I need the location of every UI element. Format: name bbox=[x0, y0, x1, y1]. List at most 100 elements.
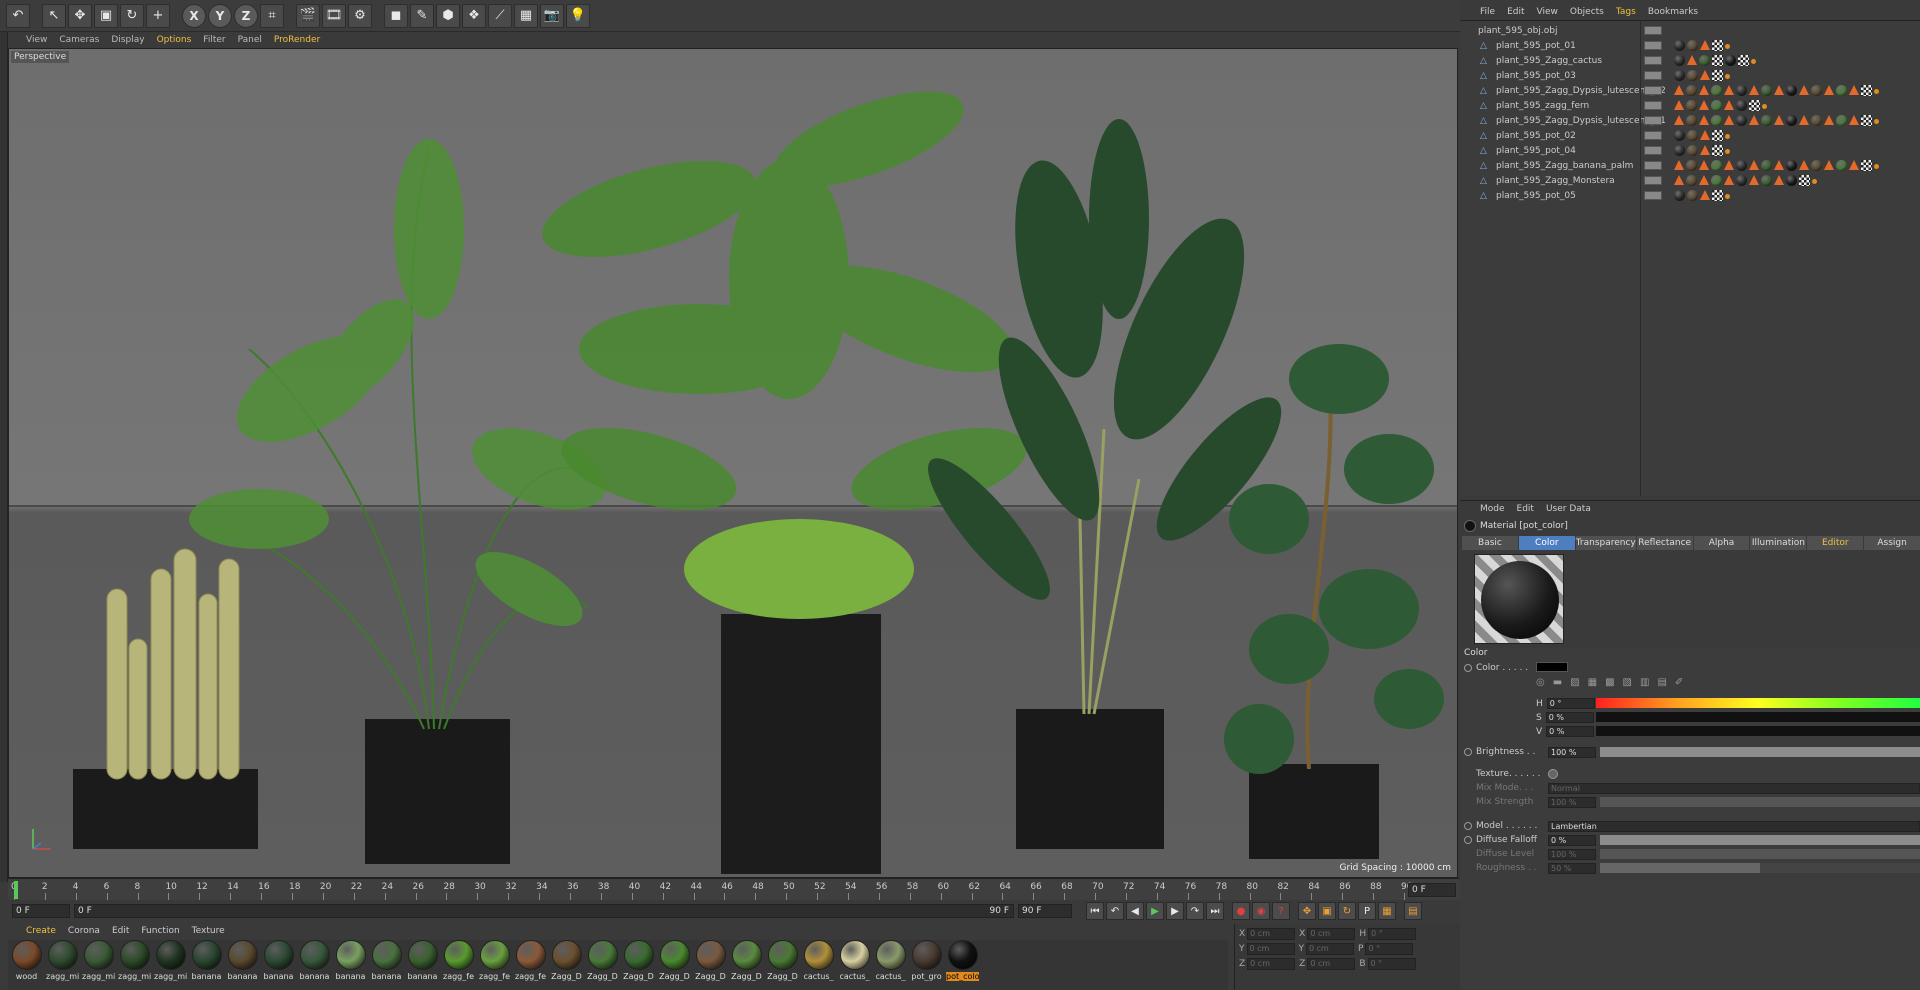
object-menu-objects[interactable]: Objects bbox=[1570, 7, 1604, 17]
mix-strength-field[interactable]: 100 % bbox=[1548, 796, 1596, 808]
object-row[interactable]: △ plant_595_pot_03 bbox=[1460, 68, 1920, 83]
material-tag-icon[interactable] bbox=[1674, 190, 1685, 201]
animate-dot-icon[interactable] bbox=[1464, 836, 1472, 844]
max-frame-field[interactable]: 90 F bbox=[1018, 904, 1072, 918]
material-tag-icon[interactable] bbox=[1687, 145, 1698, 156]
current-frame-field[interactable]: 0 F bbox=[12, 904, 70, 918]
material-menu-edit[interactable]: Edit bbox=[112, 926, 129, 936]
brightness-slider[interactable] bbox=[1600, 747, 1920, 757]
material-tag-icon[interactable] bbox=[1711, 160, 1722, 171]
render-view-button[interactable]: 🎬 bbox=[296, 3, 320, 28]
visibility-toggle[interactable] bbox=[1644, 86, 1662, 95]
material-tag-icon[interactable] bbox=[1674, 145, 1685, 156]
material-tag-icon[interactable] bbox=[1725, 149, 1730, 154]
coordinate-field[interactable]: 0 cm bbox=[1306, 943, 1354, 955]
texture-browse-button[interactable] bbox=[1548, 769, 1558, 779]
object-row[interactable]: △ plant_595_Zagg_Dypsis_lutescens_02 bbox=[1460, 83, 1920, 98]
timeline-end-field[interactable]: 0 F bbox=[1408, 883, 1456, 897]
saturation-field[interactable]: 0 % bbox=[1545, 712, 1594, 723]
material-tag-icon[interactable] bbox=[1699, 55, 1710, 66]
material-tag-icon[interactable] bbox=[1749, 175, 1759, 185]
tab-alpha[interactable]: Alpha bbox=[1693, 536, 1750, 550]
material-swatch[interactable]: cactus_ bbox=[838, 940, 871, 990]
material-tag-icon[interactable] bbox=[1674, 85, 1684, 95]
material-swatch[interactable]: zagg_fe bbox=[442, 940, 475, 990]
material-menu-corona[interactable]: Corona bbox=[68, 926, 100, 936]
kelvin-icon[interactable]: ▧ bbox=[1623, 677, 1632, 688]
coordinate-field[interactable]: 0 cm bbox=[1307, 928, 1356, 940]
material-tag-icon[interactable] bbox=[1712, 70, 1723, 81]
material-tag-icon[interactable] bbox=[1736, 175, 1747, 186]
floor-button[interactable]: ▦ bbox=[514, 3, 538, 28]
object-row[interactable]: △ plant_595_Zagg_Monstera bbox=[1460, 173, 1920, 188]
material-tag-icon[interactable] bbox=[1674, 130, 1685, 141]
material-menu-create[interactable]: Create bbox=[26, 926, 56, 936]
coordinate-field[interactable]: 0 cm bbox=[1247, 958, 1296, 970]
image-icon[interactable]: ▨ bbox=[1570, 677, 1579, 688]
tab-color[interactable]: Color bbox=[1518, 536, 1575, 550]
visibility-toggle[interactable] bbox=[1644, 161, 1662, 170]
rotate-button[interactable]: ↻ bbox=[120, 3, 144, 28]
material-tag-icon[interactable] bbox=[1849, 115, 1859, 125]
coordinate-field[interactable]: 0 ° bbox=[1365, 943, 1414, 955]
value-field[interactable]: 0 % bbox=[1546, 726, 1595, 737]
material-menu-function[interactable]: Function bbox=[141, 926, 179, 936]
material-tag-icon[interactable] bbox=[1725, 134, 1730, 139]
animate-dot-icon[interactable] bbox=[1464, 748, 1472, 756]
play-button[interactable]: ▶ bbox=[1146, 902, 1164, 920]
visibility-toggle[interactable] bbox=[1644, 101, 1662, 110]
material-tag-icon[interactable] bbox=[1836, 115, 1847, 126]
material-tag-icon[interactable] bbox=[1699, 85, 1709, 95]
coordinate-field[interactable]: 0 cm bbox=[1247, 928, 1296, 940]
coordinate-field[interactable]: 0 ° bbox=[1367, 958, 1416, 970]
material-tag-icon[interactable] bbox=[1824, 160, 1834, 170]
material-tag-icon[interactable] bbox=[1824, 115, 1834, 125]
visibility-toggle[interactable] bbox=[1644, 176, 1662, 185]
material-tag-icon[interactable] bbox=[1711, 175, 1722, 186]
coordinate-system-button[interactable]: ⌗ bbox=[260, 3, 284, 28]
material-tag-icon[interactable] bbox=[1712, 40, 1723, 51]
material-tag-icon[interactable] bbox=[1786, 175, 1797, 186]
material-tag-icon[interactable] bbox=[1861, 115, 1872, 126]
tab-transparency[interactable]: Transparency bbox=[1575, 536, 1636, 550]
object-row[interactable]: △ plant_595_pot_05 bbox=[1460, 188, 1920, 203]
tab-basic[interactable]: Basic bbox=[1462, 536, 1518, 550]
material-tag-icon[interactable] bbox=[1874, 119, 1879, 124]
coordinate-field[interactable]: 0 ° bbox=[1368, 928, 1417, 940]
viewport-menu-panel[interactable]: Panel bbox=[238, 35, 262, 45]
mixer-icon[interactable]: ▥ bbox=[1640, 677, 1649, 688]
coordinate-field[interactable]: 0 cm bbox=[1246, 943, 1295, 955]
material-tag-icon[interactable] bbox=[1725, 55, 1736, 66]
viewport-menu-filter[interactable]: Filter bbox=[203, 35, 225, 45]
material-tag-icon[interactable] bbox=[1674, 40, 1685, 51]
pen-button[interactable]: ✎ bbox=[410, 3, 434, 28]
color-swatch[interactable] bbox=[1536, 662, 1568, 672]
tab-reflectance[interactable]: Reflectance bbox=[1636, 536, 1693, 550]
viewport-menu-cameras[interactable]: Cameras bbox=[59, 35, 99, 45]
viewport-menu-display[interactable]: Display bbox=[111, 35, 144, 45]
material-menu-texture[interactable]: Texture bbox=[192, 926, 225, 936]
visibility-toggle[interactable] bbox=[1644, 26, 1662, 35]
material-tag-icon[interactable] bbox=[1724, 115, 1734, 125]
material-tag-icon[interactable] bbox=[1751, 59, 1756, 64]
diffuse-level-field[interactable]: 100 % bbox=[1548, 848, 1596, 860]
attribute-menu-mode[interactable]: Mode bbox=[1480, 504, 1505, 514]
undo-button[interactable]: ↶ bbox=[6, 3, 30, 28]
material-tag-icon[interactable] bbox=[1700, 190, 1710, 200]
axis-x-button[interactable]: X bbox=[182, 3, 206, 28]
material-tag-icon[interactable] bbox=[1699, 175, 1709, 185]
material-swatch[interactable]: banana bbox=[226, 940, 259, 990]
material-tag-icon[interactable] bbox=[1674, 70, 1685, 81]
record-button[interactable]: ● bbox=[1232, 902, 1250, 920]
material-swatch[interactable]: pot_colo bbox=[946, 940, 979, 990]
visibility-toggle[interactable] bbox=[1644, 116, 1662, 125]
material-tag-icon[interactable] bbox=[1712, 145, 1723, 156]
material-tag-icon[interactable] bbox=[1874, 164, 1879, 169]
render-picture-button[interactable]: 🎞 bbox=[322, 3, 346, 28]
hue-field[interactable]: 0 ° bbox=[1546, 698, 1595, 709]
rgb-icon[interactable]: ▦ bbox=[1588, 677, 1597, 688]
material-swatch[interactable]: zagg_fe bbox=[514, 940, 547, 990]
tab-illumination[interactable]: Illumination bbox=[1750, 536, 1807, 550]
material-swatch[interactable]: banana bbox=[406, 940, 439, 990]
material-tag-icon[interactable] bbox=[1786, 115, 1797, 126]
